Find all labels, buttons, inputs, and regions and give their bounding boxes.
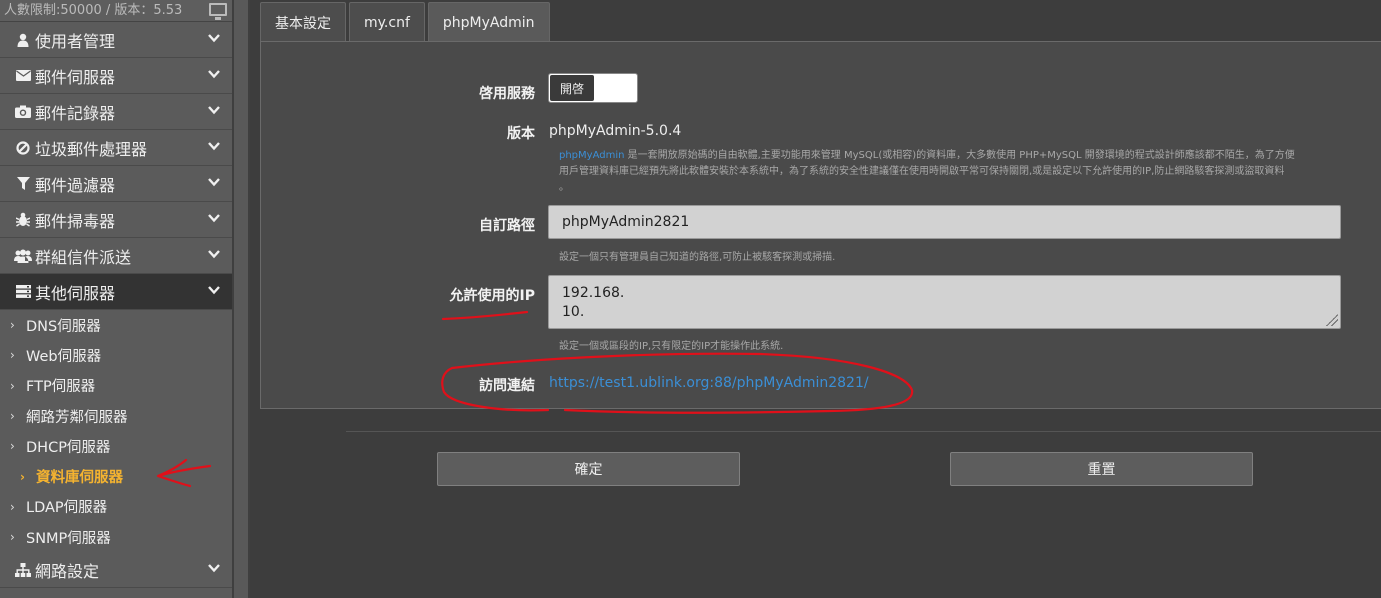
menu-spam-handler[interactable]: 垃圾郵件處理器 bbox=[0, 130, 232, 166]
chevron-down-icon bbox=[208, 142, 220, 151]
visit-link-label: 訪問連結 bbox=[479, 378, 535, 394]
chevron-down-icon bbox=[208, 214, 220, 223]
chevron-right-icon: › bbox=[10, 348, 15, 363]
chevron-right-icon: › bbox=[10, 318, 15, 333]
resize-grip-icon[interactable] bbox=[1326, 314, 1338, 326]
users-icon bbox=[14, 248, 32, 264]
submenu-database-server[interactable]: › 資料庫伺服器 bbox=[0, 461, 232, 492]
allowed-ip-textarea[interactable]: 192.168. 10. bbox=[548, 275, 1341, 329]
menu-network-settings[interactable]: 網路設定 bbox=[0, 552, 232, 589]
menu-label: 群組信件派送 bbox=[35, 247, 132, 267]
allowed-ip-value: 192.168. 10. bbox=[562, 285, 625, 320]
chevron-down-icon bbox=[208, 178, 220, 187]
chevron-right-icon: › bbox=[20, 469, 25, 484]
chevron-right-icon: › bbox=[10, 409, 15, 424]
submenu-ldap-server[interactable]: › LDAP伺服器 bbox=[0, 491, 232, 523]
main-content: 基本設定 my.cnf phpMyAdmin 啓用服務 開啓 版本 phpMyA… bbox=[250, 0, 1381, 598]
submenu-label: DHCP伺服器 bbox=[26, 439, 111, 456]
submenu-ftp-server[interactable]: › FTP伺服器 bbox=[0, 370, 232, 401]
menu-label: 網路設定 bbox=[35, 561, 100, 581]
submenu-dns-server[interactable]: › DNS伺服器 bbox=[0, 310, 232, 341]
ip-hint: 設定一個或區段的IP,只有限定的IP才能操作此系統. bbox=[559, 341, 784, 352]
desc-text-2: 用戶管理資料庫已經預先將此軟體安裝於本系統中，為了系統的安全性建議僅在使用時開啟… bbox=[559, 166, 1285, 177]
submenu-label: 資料庫伺服器 bbox=[36, 470, 123, 487]
submenu-snmp-server[interactable]: › SNMP伺服器 bbox=[0, 522, 232, 553]
bug-icon bbox=[14, 212, 32, 228]
ban-icon bbox=[14, 140, 32, 156]
scrollbar-track bbox=[234, 0, 248, 598]
menu-mail-logger[interactable]: 郵件記錄器 bbox=[0, 94, 232, 130]
tab-my-cnf[interactable]: my.cnf bbox=[349, 2, 425, 42]
server-icon bbox=[14, 284, 32, 300]
submenu-label: LDAP伺服器 bbox=[26, 500, 108, 517]
service-toggle[interactable]: 開啓 bbox=[548, 73, 638, 103]
submenu-label: DNS伺服器 bbox=[26, 318, 101, 335]
menu-other-servers[interactable]: 其他伺服器 bbox=[0, 274, 232, 310]
desc-text-1: 是一套開放原始碼的自由軟體,主要功能用來管理 MySQL(或相容)的資料庫，大多… bbox=[624, 150, 1295, 161]
chevron-right-icon: › bbox=[10, 499, 15, 514]
chevron-down-icon bbox=[208, 250, 220, 259]
phpmyadmin-description: phpMyAdmin 是一套開放原始碼的自由軟體,主要功能用來管理 MySQL(… bbox=[559, 148, 1344, 196]
submenu-label: SNMP伺服器 bbox=[26, 530, 111, 547]
custom-path-input[interactable]: phpMyAdmin2821 bbox=[548, 205, 1341, 239]
menu-label: 使用者管理 bbox=[35, 31, 116, 51]
menu-label: 郵件記錄器 bbox=[35, 103, 116, 123]
version-label: 版本 bbox=[507, 126, 535, 142]
submenu-dhcp-server[interactable]: › DHCP伺服器 bbox=[0, 431, 232, 462]
chevron-down-icon bbox=[208, 564, 220, 573]
camera-icon bbox=[14, 104, 32, 120]
sidebar-scrollbar[interactable] bbox=[232, 0, 250, 598]
allowed-ip-label: 允許使用的IP bbox=[449, 288, 535, 304]
path-hint: 設定一個只有管理員自己知道的路徑,可防止被駭客探測或掃描. bbox=[559, 252, 836, 263]
menu-label: 郵件伺服器 bbox=[35, 67, 116, 87]
tab-basic-settings[interactable]: 基本設定 bbox=[260, 2, 346, 42]
menu-user-management[interactable]: 使用者管理 bbox=[0, 22, 232, 58]
filter-icon bbox=[14, 176, 32, 192]
visit-link[interactable]: https://test1.ublink.org:88/phpMyAdmin28… bbox=[549, 375, 869, 391]
monitor-icon[interactable] bbox=[209, 3, 227, 20]
menu-mail-antivirus[interactable]: 郵件掃毒器 bbox=[0, 202, 232, 238]
toggle-on-label: 開啓 bbox=[550, 75, 594, 101]
phpmyadmin-desc-link[interactable]: phpMyAdmin bbox=[559, 150, 624, 161]
submenu-samba-server[interactable]: › 網路芳鄰伺服器 bbox=[0, 400, 232, 432]
menu-mail-filter[interactable]: 郵件過濾器 bbox=[0, 166, 232, 202]
envelope-icon bbox=[14, 68, 32, 84]
submenu-label: 網路芳鄰伺服器 bbox=[26, 409, 128, 426]
chevron-down-icon bbox=[208, 70, 220, 79]
chevron-down-icon bbox=[208, 34, 220, 43]
settings-panel: 啓用服務 開啓 版本 phpMyAdmin-5.0.4 phpMyAdmin 是… bbox=[260, 41, 1381, 409]
reset-button[interactable]: 重置 bbox=[950, 452, 1253, 486]
chevron-down-icon bbox=[208, 106, 220, 115]
submenu-label: Web伺服器 bbox=[26, 348, 102, 365]
license-info-bar: 人數限制:50000 / 版本：5.53 bbox=[0, 0, 232, 22]
menu-group-mail[interactable]: 群組信件派送 bbox=[0, 238, 232, 274]
menu-label: 郵件掃毒器 bbox=[35, 211, 116, 231]
tab-phpmyadmin[interactable]: phpMyAdmin bbox=[427, 2, 550, 42]
path-label: 自訂路徑 bbox=[479, 218, 535, 234]
menu-label: 郵件過濾器 bbox=[35, 175, 116, 195]
user-icon bbox=[14, 32, 32, 48]
menu-label: 垃圾郵件處理器 bbox=[35, 139, 148, 159]
confirm-button[interactable]: 確定 bbox=[437, 452, 740, 486]
submenu-label: FTP伺服器 bbox=[26, 379, 96, 396]
chevron-right-icon: › bbox=[10, 530, 15, 545]
license-info-text: 人數限制:50000 / 版本：5.53 bbox=[4, 3, 183, 18]
menu-label: 其他伺服器 bbox=[35, 283, 116, 303]
tab-bar: 基本設定 my.cnf phpMyAdmin bbox=[260, 2, 550, 42]
service-label: 啓用服務 bbox=[479, 86, 535, 102]
submenu-web-server[interactable]: › Web伺服器 bbox=[0, 340, 232, 371]
sidebar: 人數限制:50000 / 版本：5.53 使用者管理 郵件伺服器 郵件記錄器 垃… bbox=[0, 0, 232, 598]
version-value: phpMyAdmin-5.0.4 bbox=[549, 123, 682, 139]
menu-mail-server[interactable]: 郵件伺服器 bbox=[0, 58, 232, 94]
chevron-down-icon bbox=[208, 286, 220, 295]
sitemap-icon bbox=[14, 562, 32, 578]
chevron-right-icon: › bbox=[10, 378, 15, 393]
chevron-right-icon: › bbox=[10, 439, 15, 454]
desc-text-3: 。 bbox=[559, 182, 569, 193]
divider bbox=[346, 431, 1381, 432]
